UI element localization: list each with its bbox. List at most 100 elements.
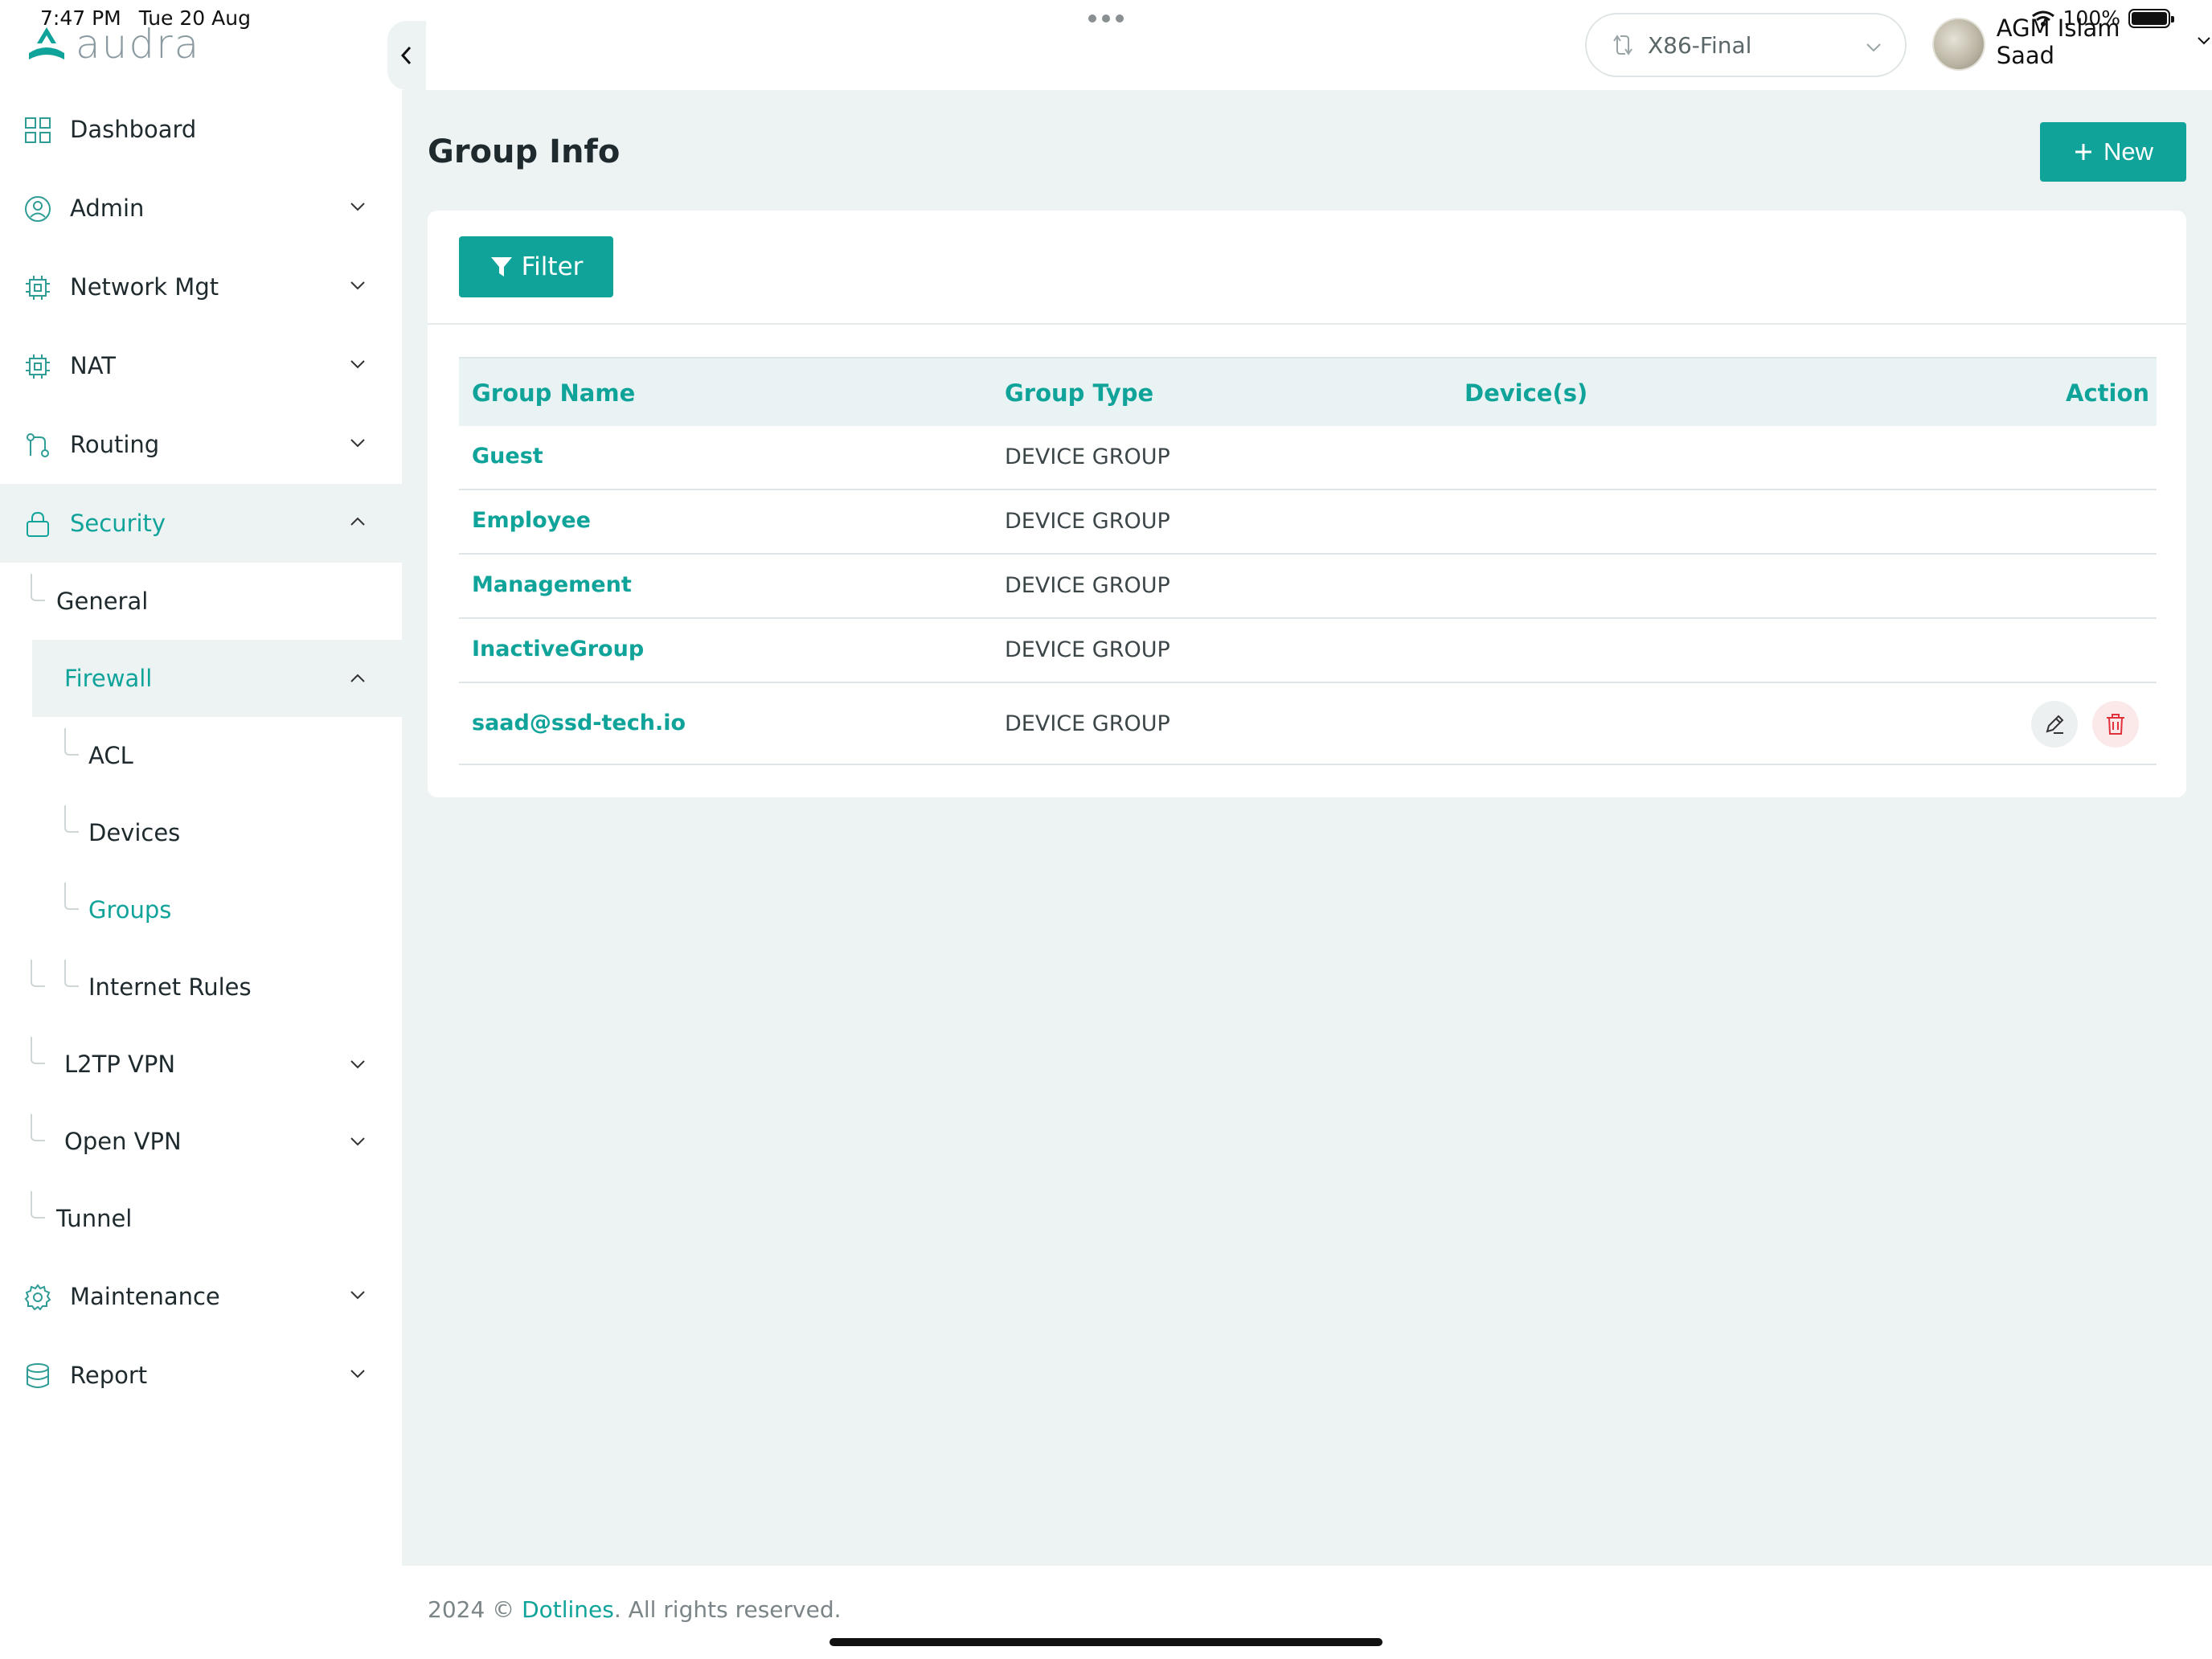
group-name-link[interactable]: Management (472, 572, 632, 597)
avatar (1932, 18, 1985, 71)
group-name-link[interactable]: InactiveGroup (472, 637, 644, 662)
user-circle-icon (25, 196, 51, 222)
status-bar-left: 7:47 PM Tue 20 Aug (40, 6, 268, 30)
sidebar-item-nat[interactable]: NAT (0, 326, 402, 405)
column-header-group-name[interactable]: Group Name (472, 379, 635, 407)
dashboard-icon (25, 117, 51, 143)
chevron-down-icon (350, 281, 365, 290)
sidebar-subitem-acl[interactable]: ACL (0, 717, 402, 794)
pencil-icon (2046, 715, 2064, 734)
group-type: DEVICE GROUP (1005, 509, 1170, 534)
chevron-up-icon (350, 517, 365, 526)
edit-button[interactable] (2031, 701, 2078, 748)
footer-text: 2024 © Dotlines. All rights reserved. (428, 1596, 842, 1623)
tree-connector (31, 1114, 45, 1141)
chevron-down-icon (350, 1291, 365, 1300)
table-row: Management DEVICE GROUP (459, 555, 2157, 619)
sidebar-item-admin[interactable]: Admin (0, 169, 402, 248)
filter-icon (490, 257, 512, 276)
footer-company-link[interactable]: Dotlines (522, 1596, 614, 1623)
sidebar-subitem-l2tp-vpn[interactable]: L2TP VPN (0, 1026, 402, 1103)
wifi-icon (2031, 10, 2054, 27)
column-header-devices[interactable]: Device(s) (1464, 379, 1587, 407)
chevron-up-icon (350, 674, 365, 682)
tree-connector (31, 1037, 45, 1064)
chevron-down-icon (350, 360, 365, 369)
sidebar-item-label: Admin (70, 195, 145, 222)
column-header-group-type[interactable]: Group Type (1005, 379, 1153, 407)
subitem-label: ACL (88, 742, 133, 769)
subitem-label: Devices (88, 819, 181, 846)
audra-logo[interactable]: audra (24, 24, 200, 64)
group-type: DEVICE GROUP (1005, 444, 1170, 469)
page-title: Group Info (428, 133, 621, 170)
sidebar-item-maintenance[interactable]: Maintenance (0, 1257, 402, 1336)
sidebar-subitem-tunnel[interactable]: Tunnel (0, 1180, 402, 1257)
device-select[interactable]: X86-Final (1585, 13, 1907, 77)
database-icon (27, 1363, 49, 1388)
group-type: DEVICE GROUP (1005, 573, 1170, 598)
tree-connector (64, 883, 79, 910)
footer-copyright: 2024 © (428, 1596, 515, 1623)
group-name-link[interactable]: saad@ssd-tech.io (472, 711, 686, 735)
logo-text: audra (76, 21, 201, 68)
filter-button[interactable]: Filter (459, 236, 613, 297)
sidebar-item-report[interactable]: Report (0, 1336, 402, 1415)
subitem-label: Tunnel (56, 1205, 133, 1232)
sidebar-item-security[interactable]: Security (0, 484, 402, 563)
chevron-down-icon (1866, 43, 1881, 52)
sidebar-subitem-firewall[interactable]: Firewall (32, 640, 402, 717)
delete-button[interactable] (2092, 701, 2139, 748)
sidebar-subitem-internet-rules[interactable]: Internet Rules (0, 948, 402, 1026)
sidebar-item-network-mgt[interactable]: Network Mgt (0, 248, 402, 326)
table-header: Group Name Group Type Device(s) Action (459, 357, 2157, 426)
tree-connector (31, 574, 45, 601)
sync-icon (1613, 35, 1632, 55)
sidebar-subitem-general[interactable]: General (0, 563, 402, 640)
subitem-label: Open VPN (64, 1128, 182, 1155)
sidebar-subitem-devices[interactable]: Devices (0, 794, 402, 871)
new-button[interactable]: New (2040, 122, 2186, 182)
sidebar-item-routing[interactable]: Routing (0, 405, 402, 484)
sidebar-item-label: Network Mgt (70, 273, 219, 301)
multitask-dots[interactable] (1088, 14, 1124, 23)
lock-icon (27, 511, 49, 537)
plus-icon (2075, 144, 2091, 160)
chevron-down-icon (350, 1137, 365, 1146)
table-row: Employee DEVICE GROUP (459, 490, 2157, 555)
chevron-left-icon (400, 46, 412, 65)
filter-button-label: Filter (521, 252, 584, 281)
sidebar: audra Dashboard Admin Network Mgt NAT Ro… (0, 0, 402, 1659)
sidebar-item-label: Routing (70, 431, 160, 458)
group-name-link[interactable]: Guest (472, 444, 543, 469)
group-card: Filter Group Name Group Type Device(s) A… (428, 211, 2186, 797)
table-row: InactiveGroup DEVICE GROUP (459, 619, 2157, 683)
sidebar-item-dashboard[interactable]: Dashboard (0, 90, 402, 169)
gear-icon (24, 1284, 51, 1311)
home-indicator[interactable] (830, 1638, 1382, 1646)
chevron-down-icon (350, 203, 365, 211)
sidebar-collapse-button[interactable] (387, 21, 426, 90)
battery-icon (2128, 8, 2174, 28)
new-button-label: New (2103, 137, 2153, 166)
chevron-down-icon (350, 439, 365, 448)
chevron-down-icon (350, 1370, 365, 1378)
chip-icon (26, 276, 50, 300)
divider (428, 323, 2186, 325)
subitem-label: Groups (88, 896, 172, 924)
column-header-action: Action (2066, 379, 2150, 407)
sidebar-menu: Dashboard Admin Network Mgt NAT Routing … (0, 90, 402, 1415)
groups-table: Group Name Group Type Device(s) Action G… (459, 357, 2157, 765)
sidebar-subitem-open-vpn[interactable]: Open VPN (0, 1103, 402, 1180)
subitem-label: Firewall (64, 665, 153, 692)
battery-percent: 100% (2062, 6, 2120, 30)
status-time: 7:47 PM (40, 6, 121, 30)
tree-connector (31, 1191, 45, 1219)
device-select-value: X86-Final (1648, 31, 1752, 59)
group-name-link[interactable]: Employee (472, 508, 591, 533)
chevron-down-icon (350, 1060, 365, 1069)
sidebar-item-label: Dashboard (70, 116, 197, 143)
sidebar-subitem-groups[interactable]: Groups (0, 871, 402, 948)
chip-icon (26, 354, 50, 379)
git-branch-icon (27, 433, 49, 457)
